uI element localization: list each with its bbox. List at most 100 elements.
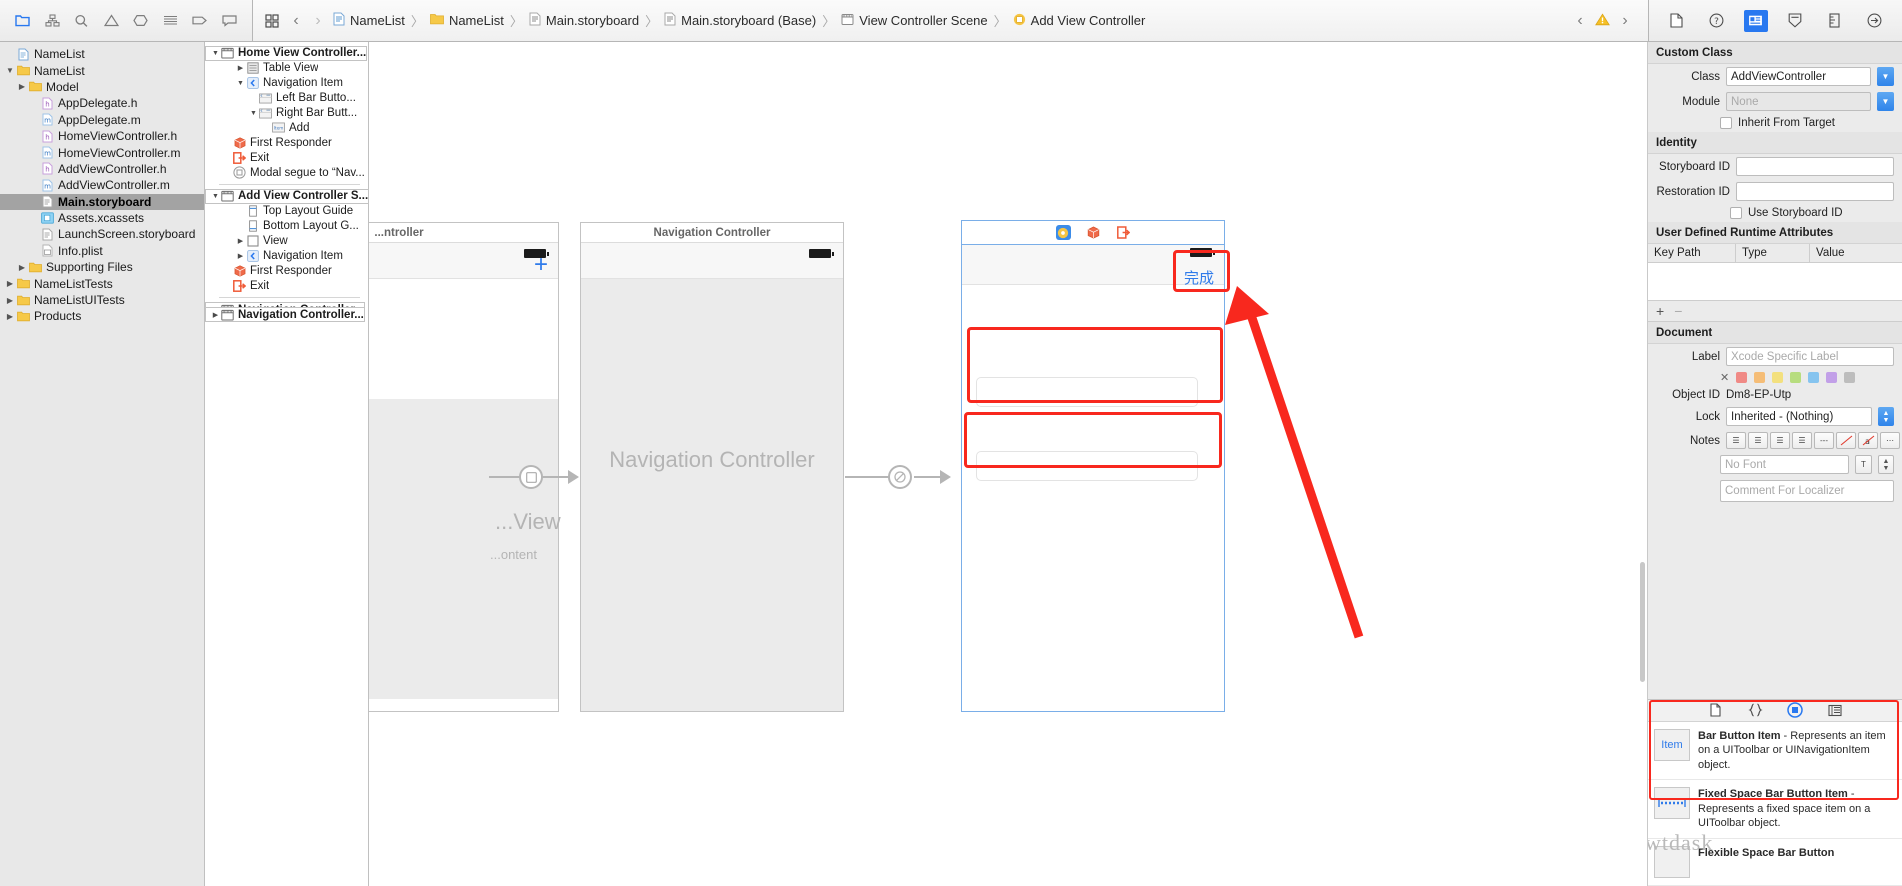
- remove-attribute-button[interactable]: −: [1674, 303, 1682, 319]
- search-icon[interactable]: [71, 10, 93, 32]
- label-color-swatch[interactable]: [1736, 372, 1748, 383]
- add-attribute-button[interactable]: +: [1656, 303, 1664, 319]
- object-library-panel[interactable]: Item Bar Button Item - Represents an item…: [1648, 698, 1902, 886]
- label-color-swatch[interactable]: [1790, 372, 1802, 383]
- label-color-swatch[interactable]: [1808, 372, 1820, 383]
- label-color-swatch[interactable]: [1754, 372, 1766, 383]
- warning-triangle-icon[interactable]: [1595, 12, 1610, 29]
- jump-bar-icon[interactable]: [259, 13, 285, 28]
- segue-symbol-relationship[interactable]: [888, 465, 912, 489]
- navigator-row[interactable]: LaunchScreen.storyboard: [0, 226, 204, 242]
- detail-text-field[interactable]: [976, 451, 1198, 481]
- navigator-row[interactable]: Assets.xcassets: [0, 210, 204, 226]
- viewcontroller-icon[interactable]: [1055, 225, 1071, 240]
- breadcrumb-item-viewcontroller[interactable]: Add View Controller: [1009, 13, 1150, 29]
- align-left-icon[interactable]: ☰: [1726, 432, 1746, 449]
- module-field[interactable]: None: [1726, 92, 1871, 111]
- outline-row[interactable]: Bottom Layout G...: [205, 219, 368, 234]
- segue-symbol-modal[interactable]: [519, 465, 543, 489]
- breakpoint-icon[interactable]: [130, 10, 152, 32]
- folder-icon[interactable]: [12, 10, 34, 32]
- disclosure-open-icon[interactable]: [248, 110, 259, 117]
- report-icon[interactable]: [159, 10, 181, 32]
- outline-row[interactable]: Navigation Item: [205, 76, 368, 91]
- navigator-row[interactable]: NameListUITests: [0, 292, 204, 308]
- scm-icon[interactable]: [41, 10, 63, 32]
- align-justify-icon[interactable]: ☰: [1792, 432, 1812, 449]
- disclosure-closed-icon[interactable]: [4, 296, 16, 305]
- exit-icon[interactable]: [1116, 225, 1131, 240]
- outline-row[interactable]: Exit: [205, 278, 368, 293]
- disclosure-open-icon[interactable]: [210, 193, 221, 200]
- attributes-inspector-icon[interactable]: [1783, 10, 1807, 32]
- disclosure-closed-icon[interactable]: [235, 64, 246, 72]
- navigator-row[interactable]: Supporting Files: [0, 259, 204, 275]
- restoration-id-field[interactable]: [1736, 182, 1894, 201]
- disclosure-open-icon[interactable]: [210, 50, 221, 57]
- scrollbar-thumb[interactable]: [1640, 562, 1645, 682]
- navigator-row[interactable]: Info.plist: [0, 243, 204, 259]
- project-navigator[interactable]: NameListNameListModelhAppDelegate.hmAppD…: [0, 42, 205, 886]
- breadcrumb-back-button[interactable]: ‹: [285, 12, 307, 30]
- outline-row[interactable]: Table View: [205, 61, 368, 76]
- library-item[interactable]: Fixed Space Bar Button Item - Represents…: [1648, 780, 1902, 839]
- library-item[interactable]: Item Bar Button Item - Represents an item…: [1648, 722, 1902, 781]
- outline-row[interactable]: Navigation Controller...: [205, 307, 365, 323]
- inherit-from-target-checkbox[interactable]: [1720, 117, 1732, 129]
- navigator-row[interactable]: h AddViewController.h: [0, 161, 204, 177]
- comment-icon[interactable]: [218, 10, 240, 32]
- comment-for-localizer-field[interactable]: Comment For Localizer: [1720, 480, 1894, 502]
- list-dash-icon[interactable]: ---: [1814, 432, 1834, 449]
- breadcrumb-item-storyboard-base[interactable]: Main.storyboard (Base): [660, 12, 820, 29]
- name-text-field[interactable]: [976, 377, 1198, 407]
- udra-table-body[interactable]: [1648, 263, 1902, 301]
- label-color-swatch[interactable]: [1826, 372, 1838, 383]
- font-field[interactable]: No Font: [1720, 455, 1849, 474]
- outline-row[interactable]: Home View Controller...: [205, 46, 368, 61]
- tag-icon[interactable]: [189, 10, 211, 32]
- chevron-down-icon[interactable]: ▼: [1877, 67, 1894, 86]
- file-template-icon[interactable]: [1706, 702, 1724, 718]
- chevron-updown-icon[interactable]: ▲ ▼: [1878, 407, 1894, 426]
- label-color-swatches[interactable]: ✕: [1648, 369, 1902, 386]
- navigator-row[interactable]: NameList: [0, 62, 204, 78]
- scene-add-view-controller[interactable]: 完成: [961, 244, 1225, 712]
- warning-icon[interactable]: [100, 10, 122, 32]
- canvas-vertical-scrollbar[interactable]: [1639, 42, 1647, 886]
- firstresponder-icon[interactable]: [1086, 225, 1101, 240]
- object-library-icon[interactable]: [1786, 702, 1804, 719]
- align-right-icon[interactable]: ☰: [1770, 432, 1790, 449]
- disclosure-closed-icon[interactable]: [4, 312, 16, 321]
- navigator-row[interactable]: NameList: [0, 46, 204, 62]
- scene-navigation-controller[interactable]: Navigation Controller Navigation Control…: [580, 222, 844, 712]
- disclosure-open-icon[interactable]: [4, 66, 16, 75]
- chevron-down-icon[interactable]: ▼: [1877, 92, 1894, 111]
- outline-row[interactable]: Navigation Item: [205, 249, 368, 264]
- library-item[interactable]: Flexible Space Bar Button: [1648, 839, 1902, 886]
- media-library-icon[interactable]: [1826, 702, 1844, 718]
- navigator-row[interactable]: NameListTests: [0, 275, 204, 291]
- storyboard-canvas[interactable]: ...ntroller + ...View ...ontent Navigati…: [369, 42, 1648, 886]
- disclosure-closed-icon[interactable]: [16, 82, 28, 91]
- navigator-row[interactable]: m AppDelegate.m: [0, 112, 204, 128]
- label-color-swatch[interactable]: [1772, 372, 1784, 383]
- navigator-row[interactable]: m AddViewController.m: [0, 177, 204, 193]
- label-color-swatch[interactable]: [1844, 372, 1856, 383]
- breadcrumb-item-group[interactable]: NameList: [426, 13, 508, 28]
- lock-field[interactable]: Inherited - (Nothing): [1726, 407, 1872, 426]
- outline-row[interactable]: First Responder: [205, 263, 368, 278]
- align-center-icon[interactable]: ☰: [1748, 432, 1768, 449]
- disclosure-closed-icon[interactable]: [16, 263, 28, 272]
- code-snippet-icon[interactable]: [1746, 702, 1764, 718]
- next-issue-button[interactable]: ›: [1614, 12, 1636, 30]
- no-text-color-icon[interactable]: a: [1858, 432, 1878, 449]
- identity-inspector-icon[interactable]: [1743, 9, 1768, 32]
- navigator-row[interactable]: h HomeViewController.h: [0, 128, 204, 144]
- library-item-list[interactable]: Item Bar Button Item - Represents an item…: [1648, 722, 1902, 886]
- navigator-row[interactable]: Model: [0, 79, 204, 95]
- font-stepper-icon[interactable]: ▲ ▼: [1878, 455, 1894, 474]
- disclosure-open-icon[interactable]: [235, 80, 246, 87]
- outline-row[interactable]: Top Layout Guide: [205, 204, 368, 219]
- use-storyboard-id-row[interactable]: Use Storyboard ID: [1648, 204, 1902, 222]
- outline-row[interactable]: First Responder: [205, 135, 368, 150]
